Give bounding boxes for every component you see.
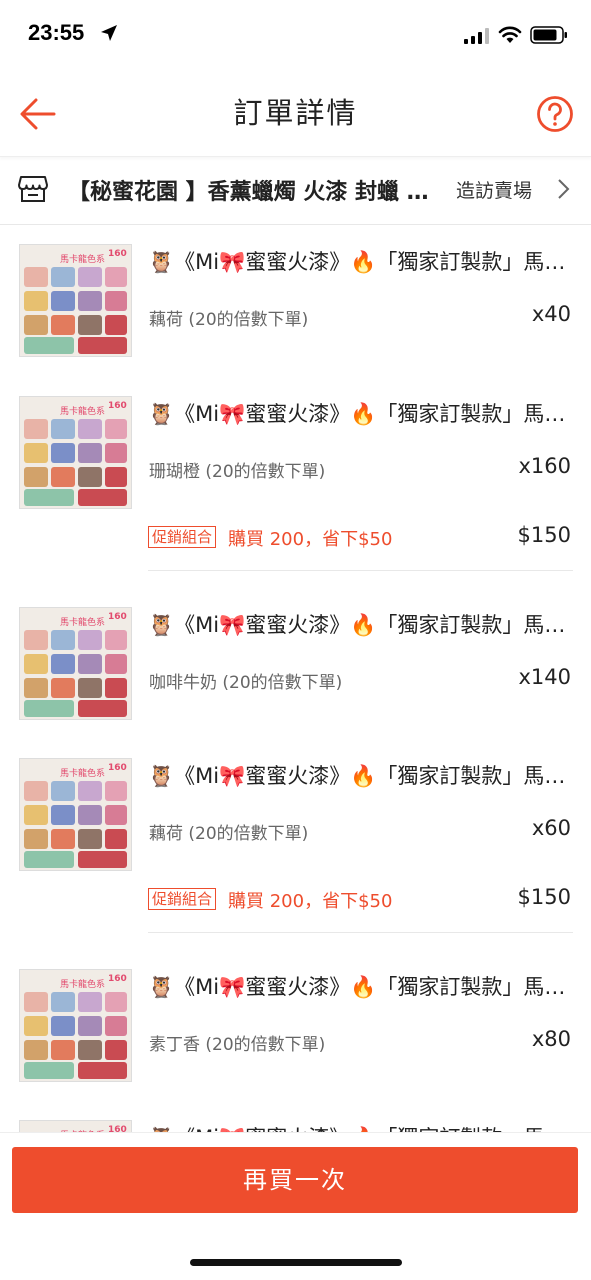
thumbnail-overlay-text: 馬卡龍色系 [60, 978, 105, 990]
item-quantity: x40 [531, 302, 571, 326]
promo-price: $150 [517, 885, 571, 909]
item-title: 🦉《Mi🎀蜜蜜火漆》🔥「獨家訂製款」馬卡龍色系 [148, 613, 573, 637]
battery-icon [530, 26, 567, 44]
item-title: 🦉《Mi🎀蜜蜜火漆》🔥「獨家訂製款」馬卡龍色系 [148, 402, 573, 426]
item-title: 🦉《Mi🎀蜜蜜火漆》🔥「獨家訂製款」馬卡龍色系 [148, 250, 573, 274]
item-quantity: x160 [518, 454, 571, 478]
item-variant: 珊瑚橙 (20的倍數下單) [149, 462, 326, 482]
product-thumbnail: 馬卡龍色系 160 [19, 244, 132, 357]
buy-again-button[interactable]: 再買一次 [12, 1147, 578, 1213]
shop-row[interactable]: 【秘蜜花園 】香薰蠟燭 火漆 封蠟 手作 造訪賣場 [0, 158, 591, 225]
shop-name: 【秘蜜花園 】香薰蠟燭 火漆 封蠟 手作 [68, 180, 442, 205]
order-item[interactable]: 馬卡龍色系 160 🦉《Mi🎀蜜蜜火漆》🔥「獨家訂製款」馬卡龍色系 藕荷 (20… [0, 742, 591, 872]
promo-tag: 促銷組合 [148, 526, 217, 548]
shop-icon [18, 176, 48, 202]
location-arrow-icon [101, 25, 117, 41]
order-item[interactable]: 馬卡龍色系 160 🦉《Mi🎀蜜蜜火漆》🔥「獨家訂製款」馬卡龍色系 素丁香 (2… [0, 953, 591, 1083]
header: 訂單詳情 [0, 70, 591, 157]
home-indicator[interactable] [190, 1259, 402, 1266]
item-variant: 素丁香 (20的倍數下單) [149, 1035, 326, 1055]
item-title: 🦉《Mi🎀蜜蜜火漆》🔥「獨家訂製款」馬卡龍色系 [148, 975, 573, 999]
product-thumbnail: 馬卡龍色系 160 [19, 396, 132, 509]
bottom-action-bar: 再買一次 [0, 1132, 591, 1280]
page-title: 訂單詳情 [233, 96, 358, 130]
product-thumbnail: 馬卡龍色系 160 [19, 607, 132, 720]
item-variant: 咖啡牛奶 (20的倍數下單) [149, 673, 343, 693]
promo-bundle-row: 促銷組合 購買 200，省下$50 $150 [148, 510, 573, 571]
chevron-right-icon [558, 179, 570, 199]
thumbnail-badge: 160 [108, 401, 127, 411]
item-quantity: x140 [518, 665, 571, 689]
thumbnail-overlay-text: 馬卡龍色系 [60, 616, 105, 628]
promo-text: 購買 200，省下$50 [228, 529, 393, 550]
status-bar: 23:55 [0, 0, 591, 70]
thumbnail-overlay-text: 馬卡龍色系 [60, 405, 105, 417]
status-time: 23:55 [28, 20, 85, 45]
promo-price: $150 [517, 523, 571, 547]
item-quantity: x60 [531, 816, 571, 840]
promo-tag: 促銷組合 [148, 888, 217, 910]
help-icon[interactable] [535, 94, 575, 134]
visit-shop-link[interactable]: 造訪賣場 [456, 176, 532, 203]
product-thumbnail: 馬卡龍色系 160 [19, 758, 132, 871]
order-item[interactable]: 馬卡龍色系 160 🦉《Mi🎀蜜蜜火漆》🔥「獨家訂製款」馬卡龍色系 珊瑚橙 (2… [0, 380, 591, 510]
wifi-icon [498, 26, 522, 43]
order-item[interactable]: 馬卡龍色系 160 🦉《Mi🎀蜜蜜火漆》🔥「獨家訂製款」馬卡龍色系 咖啡牛奶 (… [0, 591, 591, 721]
thumbnail-badge: 160 [108, 612, 127, 622]
thumbnail-badge: 160 [108, 249, 127, 259]
thumbnail-overlay-text: 馬卡龍色系 [60, 253, 105, 265]
product-thumbnail: 馬卡龍色系 160 [19, 969, 132, 1082]
promo-bundle-row: 促銷組合 購買 200，省下$50 $150 [148, 872, 573, 933]
item-quantity: x80 [531, 1027, 571, 1051]
item-variant: 藕荷 (20的倍數下單) [149, 310, 309, 330]
cellular-signal-icon [464, 28, 489, 44]
thumbnail-badge: 160 [108, 763, 127, 773]
item-title: 🦉《Mi🎀蜜蜜火漆》🔥「獨家訂製款」馬卡龍色系 [148, 764, 573, 788]
thumbnail-badge: 160 [108, 974, 127, 984]
thumbnail-overlay-text: 馬卡龍色系 [60, 767, 105, 779]
promo-text: 購買 200，省下$50 [228, 891, 393, 912]
order-item[interactable]: 馬卡龍色系 160 🦉《Mi🎀蜜蜜火漆》🔥「獨家訂製款」馬卡龍色系 藕荷 (20… [0, 228, 591, 358]
item-variant: 藕荷 (20的倍數下單) [149, 824, 309, 844]
